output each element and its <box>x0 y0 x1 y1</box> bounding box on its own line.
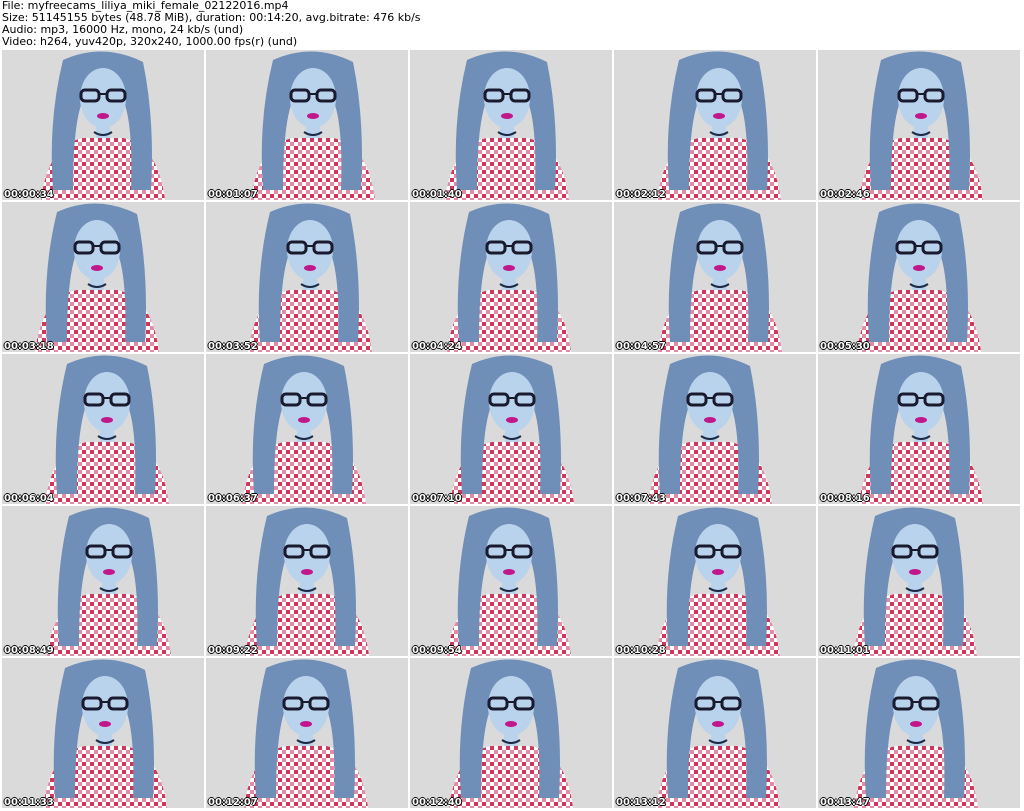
thumbnail-frame: 00:11:33 <box>2 658 204 808</box>
video-frame-icon <box>2 50 204 200</box>
timestamp-label: 00:02:46 <box>820 189 870 200</box>
timestamp-label: 00:08:49 <box>4 645 54 656</box>
timestamp-label: 00:02:12 <box>616 189 666 200</box>
video-frame-icon <box>818 354 1020 504</box>
video-frame-icon <box>206 354 408 504</box>
thumbnail-frame: 00:04:24 <box>410 202 612 352</box>
video-frame-icon <box>614 658 816 808</box>
thumbnail-frame: 00:05:30 <box>818 202 1020 352</box>
timestamp-label: 00:04:24 <box>412 341 462 352</box>
timestamp-label: 00:01:07 <box>208 189 258 200</box>
thumbnail-frame: 00:08:49 <box>2 506 204 656</box>
thumbnail-frame: 00:07:10 <box>410 354 612 504</box>
thumbnail-frame: 00:12:40 <box>410 658 612 808</box>
video-frame-icon <box>614 50 816 200</box>
video-frame-icon <box>410 658 612 808</box>
video-frame-icon <box>410 202 612 352</box>
thumbnail-frame: 00:00:34 <box>2 50 204 200</box>
timestamp-label: 00:01:40 <box>412 189 462 200</box>
timestamp-label: 00:07:10 <box>412 493 462 504</box>
file-info-header: File: myfreecams_liliya_miki_female_0212… <box>2 0 421 48</box>
timestamp-label: 00:06:37 <box>208 493 258 504</box>
timestamp-label: 00:11:33 <box>4 797 54 808</box>
thumbnail-frame: 00:01:40 <box>410 50 612 200</box>
thumbnail-frame: 00:13:47 <box>818 658 1020 808</box>
thumbnail-frame: 00:11:01 <box>818 506 1020 656</box>
timestamp-label: 00:06:04 <box>4 493 54 504</box>
video-frame-icon <box>410 506 612 656</box>
video-frame-icon <box>818 50 1020 200</box>
thumbnail-frame: 00:12:07 <box>206 658 408 808</box>
video-frame-icon <box>614 506 816 656</box>
video-frame-icon <box>2 354 204 504</box>
video-frame-icon <box>614 354 816 504</box>
video-frame-icon <box>410 354 612 504</box>
video-frame-icon <box>2 506 204 656</box>
timestamp-label: 00:08:16 <box>820 493 870 504</box>
timestamp-label: 00:03:52 <box>208 341 258 352</box>
video-frame-icon <box>818 202 1020 352</box>
video-frame-icon <box>206 50 408 200</box>
video-frame-icon <box>206 506 408 656</box>
video-frame-icon <box>614 202 816 352</box>
thumbnail-frame: 00:09:54 <box>410 506 612 656</box>
thumbnail-frame: 00:13:12 <box>614 658 816 808</box>
timestamp-label: 00:09:22 <box>208 645 258 656</box>
thumbnail-frame: 00:07:43 <box>614 354 816 504</box>
thumbnail-frame: 00:10:28 <box>614 506 816 656</box>
thumbnail-frame: 00:06:04 <box>2 354 204 504</box>
video-frame-icon <box>206 658 408 808</box>
timestamp-label: 00:04:57 <box>616 341 666 352</box>
timestamp-label: 00:13:12 <box>616 797 666 808</box>
video-frame-icon <box>2 658 204 808</box>
video-frame-icon <box>818 658 1020 808</box>
timestamp-label: 00:11:01 <box>820 645 870 656</box>
thumbnail-frame: 00:02:12 <box>614 50 816 200</box>
thumbnail-frame: 00:09:22 <box>206 506 408 656</box>
thumbnail-frame: 00:01:07 <box>206 50 408 200</box>
video-frame-icon <box>818 506 1020 656</box>
timestamp-label: 00:13:47 <box>820 797 870 808</box>
video-frame-icon <box>206 202 408 352</box>
thumbnail-frame: 00:04:57 <box>614 202 816 352</box>
timestamp-label: 00:09:54 <box>412 645 462 656</box>
timestamp-label: 00:10:28 <box>616 645 666 656</box>
timestamp-label: 00:03:18 <box>4 341 54 352</box>
thumbnail-frame: 00:06:37 <box>206 354 408 504</box>
timestamp-label: 00:12:07 <box>208 797 258 808</box>
timestamp-label: 00:12:40 <box>412 797 462 808</box>
timestamp-label: 00:05:30 <box>820 341 870 352</box>
thumbnail-frame: 00:08:16 <box>818 354 1020 504</box>
thumbnail-frame: 00:02:46 <box>818 50 1020 200</box>
thumbnail-frame: 00:03:52 <box>206 202 408 352</box>
timestamp-label: 00:07:43 <box>616 493 666 504</box>
video-frame-icon <box>2 202 204 352</box>
timestamp-label: 00:00:34 <box>4 189 54 200</box>
thumbnail-frame: 00:03:18 <box>2 202 204 352</box>
video-frame-icon <box>410 50 612 200</box>
video-info-line: Video: h264, yuv420p, 320x240, 1000.00 f… <box>2 35 298 48</box>
